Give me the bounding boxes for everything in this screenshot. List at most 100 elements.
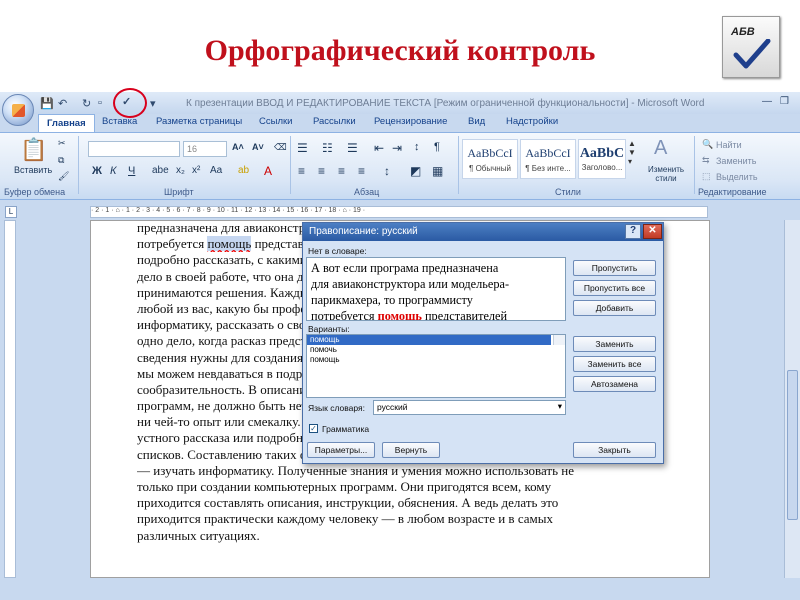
variant-item[interactable]: помощь	[307, 335, 551, 345]
slide-title: Орфографический контроль	[204, 34, 596, 67]
style-normal-name: ¶ Обычный	[469, 164, 511, 173]
font-name-combo[interactable]	[88, 141, 180, 157]
highlight-icon[interactable]: ab	[238, 165, 249, 176]
shrink-font-icon[interactable]: A˅	[252, 142, 264, 152]
vertical-scrollbar[interactable]	[784, 220, 800, 578]
find-icon[interactable]: 🔍	[702, 139, 713, 150]
bullets-icon[interactable]: ☰	[297, 141, 308, 155]
line-spacing-icon[interactable]: ↕	[384, 164, 390, 178]
skip-button[interactable]: Пропустить	[573, 260, 656, 276]
context-line: потребуется помощь представителей	[311, 308, 561, 321]
add-to-dictionary-button[interactable]: Добавить	[573, 300, 656, 316]
tab-home[interactable]: Главная	[38, 114, 95, 133]
options-button[interactable]: Параметры...	[307, 442, 375, 458]
skip-all-button[interactable]: Пропустить все	[573, 280, 656, 296]
grow-font-icon[interactable]: A˄	[232, 142, 244, 152]
tab-references[interactable]: Ссылки	[259, 116, 292, 127]
save-icon[interactable]: 💾	[40, 97, 54, 110]
clipboard-group-label: Буфер обмена	[4, 187, 66, 197]
replace-button[interactable]: Заменить	[573, 336, 656, 352]
tab-mailings[interactable]: Рассылки	[313, 116, 356, 127]
variants-scrollbar[interactable]	[553, 335, 565, 345]
help-icon[interactable]: ?	[625, 224, 641, 239]
minimize-icon[interactable]: —	[762, 96, 772, 107]
restore-icon[interactable]: ❐	[780, 96, 789, 107]
change-styles-icon[interactable]: A	[654, 137, 667, 160]
styles-scroll-icon[interactable]: ▲ ▼ ▾	[628, 139, 636, 166]
paragraph-group-label: Абзац	[354, 187, 380, 197]
replace-button[interactable]: Заменить	[716, 156, 756, 166]
borders-icon[interactable]: ▦	[432, 164, 443, 178]
spelling-abc-icon: АБВ	[722, 16, 780, 78]
undo-button[interactable]: Вернуть	[382, 442, 440, 458]
font-color-icon[interactable]: A	[264, 164, 272, 178]
justify-icon[interactable]: ≡	[358, 164, 365, 178]
grammar-checkbox[interactable]: ✓	[309, 424, 318, 433]
font-size-combo[interactable]: 16	[183, 141, 227, 157]
strikethrough-icon[interactable]: abe	[152, 165, 169, 176]
tab-insert[interactable]: Вставка	[102, 116, 137, 127]
paste-button[interactable]: Вставить	[14, 165, 52, 175]
subscript-icon[interactable]: x₂	[176, 165, 185, 176]
style-normal[interactable]: AaBbCcI ¶ Обычный	[462, 139, 518, 179]
tab-selector-icon[interactable]: L	[5, 206, 17, 218]
change-case-icon[interactable]: Aa	[210, 165, 222, 176]
close-button[interactable]: Закрыть	[573, 442, 656, 458]
select-button[interactable]: Выделить	[716, 172, 758, 182]
change-styles-button[interactable]: Изменить стили	[644, 165, 688, 183]
doc-line: различных ситуациях.	[137, 527, 260, 543]
copy-icon[interactable]: ⧉	[58, 155, 64, 166]
style-heading-name: Заголово...	[581, 163, 623, 172]
clear-format-icon[interactable]: ⌫	[274, 142, 287, 153]
select-icon[interactable]: ⬚	[702, 171, 711, 182]
align-left-icon[interactable]: ≡	[298, 164, 305, 178]
style-heading[interactable]: AaBbC Заголово...	[578, 139, 626, 179]
dictionary-language-select[interactable]: русский ▾	[373, 400, 566, 415]
autocorrect-button[interactable]: Автозамена	[573, 376, 656, 392]
doc-line: приходится практически каждому человеку …	[137, 511, 553, 527]
not-in-dictionary-label: Нет в словаре:	[308, 246, 367, 256]
style-no-spacing-name: ¶ Без инте...	[525, 164, 571, 173]
not-in-dictionary-field[interactable]: А вот если програма предназначена для ав…	[306, 257, 566, 321]
increase-indent-icon[interactable]: ⇥	[392, 141, 402, 155]
horizontal-ruler[interactable]: · 2 · 1 · ⌂ · 1 · 2 · 3 · 4 · 5 · 6 · 7 …	[90, 206, 708, 218]
close-icon[interactable]: ✕	[643, 224, 662, 239]
show-marks-icon[interactable]: ¶	[434, 141, 440, 153]
variant-item[interactable]: помощь	[307, 355, 565, 365]
multilevel-list-icon[interactable]: ☰	[347, 141, 358, 155]
format-painter-icon[interactable]: 🖌	[58, 171, 69, 182]
vertical-ruler[interactable]	[4, 220, 16, 578]
font-group-label: Шрифт	[164, 187, 194, 197]
find-button[interactable]: Найти	[716, 140, 742, 150]
italic-icon[interactable]: К	[110, 165, 116, 177]
tab-review[interactable]: Рецензирование	[374, 116, 447, 127]
variants-list[interactable]: помощь помочь помощь	[306, 334, 566, 398]
quick-access-dropdown-icon[interactable]: ▾	[150, 97, 156, 110]
numbering-icon[interactable]: ☷	[322, 141, 333, 155]
paste-icon[interactable]: 📋	[20, 137, 47, 163]
tab-addins[interactable]: Надстройки	[506, 116, 558, 127]
superscript-icon[interactable]: x²	[192, 165, 200, 176]
align-right-icon[interactable]: ≡	[338, 164, 345, 178]
replace-icon[interactable]: ⇆	[702, 155, 710, 166]
variant-item[interactable]: помочь	[307, 345, 565, 355]
underline-icon[interactable]: Ч	[128, 165, 135, 177]
scrollbar-thumb[interactable]	[787, 370, 798, 520]
bold-icon[interactable]: Ж	[92, 165, 102, 177]
quick-access-more-icon[interactable]: ▫	[98, 97, 102, 109]
error-word: помощь	[377, 309, 422, 321]
replace-all-button[interactable]: Заменить все	[573, 356, 656, 372]
abc-icon-text: АБВ	[731, 26, 755, 38]
cut-icon[interactable]: ✂	[58, 138, 66, 149]
tab-view[interactable]: Вид	[468, 116, 485, 127]
undo-icon[interactable]: ↶	[58, 97, 67, 110]
language-value: русский	[377, 402, 408, 412]
align-center-icon[interactable]: ≡	[318, 164, 325, 178]
tab-page-layout[interactable]: Разметка страницы	[156, 116, 242, 127]
sort-icon[interactable]: ↕	[414, 141, 420, 153]
shading-icon[interactable]: ◩	[410, 164, 421, 178]
doc-error-word: помощь	[207, 236, 252, 252]
decrease-indent-icon[interactable]: ⇤	[374, 141, 384, 155]
style-no-spacing[interactable]: AaBbCcI ¶ Без инте...	[520, 139, 576, 179]
redo-icon[interactable]: ↻	[82, 97, 91, 110]
